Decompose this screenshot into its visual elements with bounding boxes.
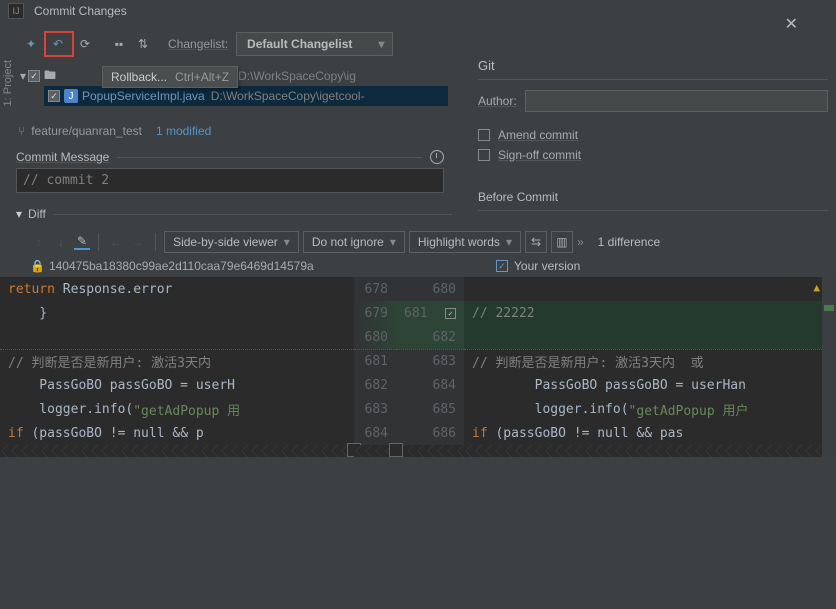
edit-source-icon[interactable]: ✎ [74,234,90,250]
show-diff-icon[interactable]: ✦ [20,33,42,55]
before-commit-label: Before Commit [478,190,558,204]
rollback-icon[interactable]: ↶ [47,33,69,55]
close-icon[interactable]: ✕ [785,14,798,34]
diff-left-gutter: 678 679 680 681 682 683 684 [354,277,396,457]
diff-viewer: return Response.error } // 判断是否是新用户: 激活3… [0,277,836,457]
branch-name: feature/quanran_test [31,124,142,138]
next-change-icon[interactable]: ↓ [52,235,70,249]
viewer-mode-select[interactable]: Side-by-side viewer [164,231,299,253]
diff-toolbar: ↑ ↓ ✎ ← → Side-by-side viewer Do not ign… [0,227,836,257]
your-version-label: Your version [514,259,580,273]
author-label: Author: [478,94,517,108]
ide-logo-icon: IJ [8,3,24,19]
git-section-label: Git [478,58,828,73]
group-by-icon[interactable]: ▪▪ [108,33,130,55]
before-commit-section: Before Commit [478,190,828,211]
diff-right-gutter: 680 681✓ 682 683 684 685 686 [396,277,464,457]
diff-right-pane[interactable]: ▲ // 22222 // 判断是否是新用户: 激活3天内 或 PassGoBO… [464,277,822,457]
diff-section-header[interactable]: ▾ Diff [16,207,452,221]
changelist-select[interactable]: Default Changelist [236,32,393,56]
commit-message-label: Commit Message [16,150,109,164]
window-title: Commit Changes [34,4,127,18]
more-icon[interactable]: » [577,235,584,249]
diff-labels-row: 🔒 140475ba18380c99ae2d110caa79e6469d1457… [0,257,836,277]
expand-all-icon[interactable]: ⇅ [132,33,154,55]
tree-file-path: D:\WorkSpaceCopy\igetcool- [211,89,365,103]
folder-icon: 🖿 [44,66,56,87]
prev-file-icon[interactable]: ← [107,235,125,249]
left-revision-hash: 140475ba18380c99ae2d110caa79e6469d14579a [49,259,314,273]
diff-left-pane[interactable]: return Response.error } // 判断是否是新用户: 激活3… [0,277,354,457]
tree-file-row[interactable]: ✓ J PopupServiceImpl.java D:\WorkSpaceCo… [44,86,448,106]
commit-message-input[interactable]: // commit 2 [16,168,444,193]
chevron-down-icon[interactable]: ▾ [16,207,22,221]
signoff-checkbox[interactable]: ✓ [478,149,490,161]
signoff-label: Sign-off commit [498,148,581,162]
highlighted-rollback-region: ↶ [44,31,74,57]
refresh-icon[interactable]: ⟳ [74,33,96,55]
title-bar: IJ Commit Changes [0,0,836,22]
sync-scroll-icon[interactable]: ▥ [551,231,573,253]
branch-row: ⑂ feature/quanran_test 1 modified [0,114,460,142]
modified-link[interactable]: 1 modified [156,124,211,138]
collapse-unchanged-icon[interactable]: ⇆ [525,231,547,253]
lock-icon: 🔒 [30,259,45,273]
accept-chunk-checkbox[interactable]: ✓ [445,308,456,319]
checkbox[interactable]: ✓ [48,90,60,102]
next-file-icon[interactable]: → [129,235,147,249]
commit-message-header: Commit Message [16,150,444,164]
branch-icon: ⑂ [18,124,25,138]
splitter-handle[interactable] [389,443,403,457]
checkbox[interactable]: ✓ [28,70,40,82]
amend-label: Amend commit [498,128,578,142]
highlight-select[interactable]: Highlight words [409,231,521,253]
chevron-down-icon[interactable]: ▾ [20,69,26,83]
java-file-icon: J [64,89,78,103]
whitespace-select[interactable]: Do not ignore [303,231,405,253]
commit-toolbar: ✦ ↶ ⟳ ▪▪ ⇅ Changelist: Default Changelis… [0,22,460,66]
diff-minimap[interactable] [822,277,836,457]
history-icon[interactable] [430,150,444,164]
diff-count: 1 difference [598,235,661,249]
changelist-label: Changelist: [168,37,228,51]
your-version-checkbox[interactable]: ✓ [496,260,508,272]
diff-label: Diff [28,207,46,221]
amend-checkbox[interactable]: ✓ [478,129,490,141]
prev-change-icon[interactable]: ↑ [30,235,48,249]
author-input[interactable] [525,90,828,112]
tooltip-label: Rollback... [111,70,167,84]
changes-tree: ▾ ✓ 🖿 Rollback...Ctrl+Alt+Z ter 1 file D… [0,66,460,114]
tree-root-row[interactable]: ▾ ✓ 🖿 Rollback...Ctrl+Alt+Z ter 1 file D… [20,66,448,86]
tooltip-shortcut: Ctrl+Alt+Z [175,70,229,84]
rollback-tooltip: Rollback... Ctrl+Alt+Z [102,66,238,88]
tree-file-name: PopupServiceImpl.java [82,89,205,103]
